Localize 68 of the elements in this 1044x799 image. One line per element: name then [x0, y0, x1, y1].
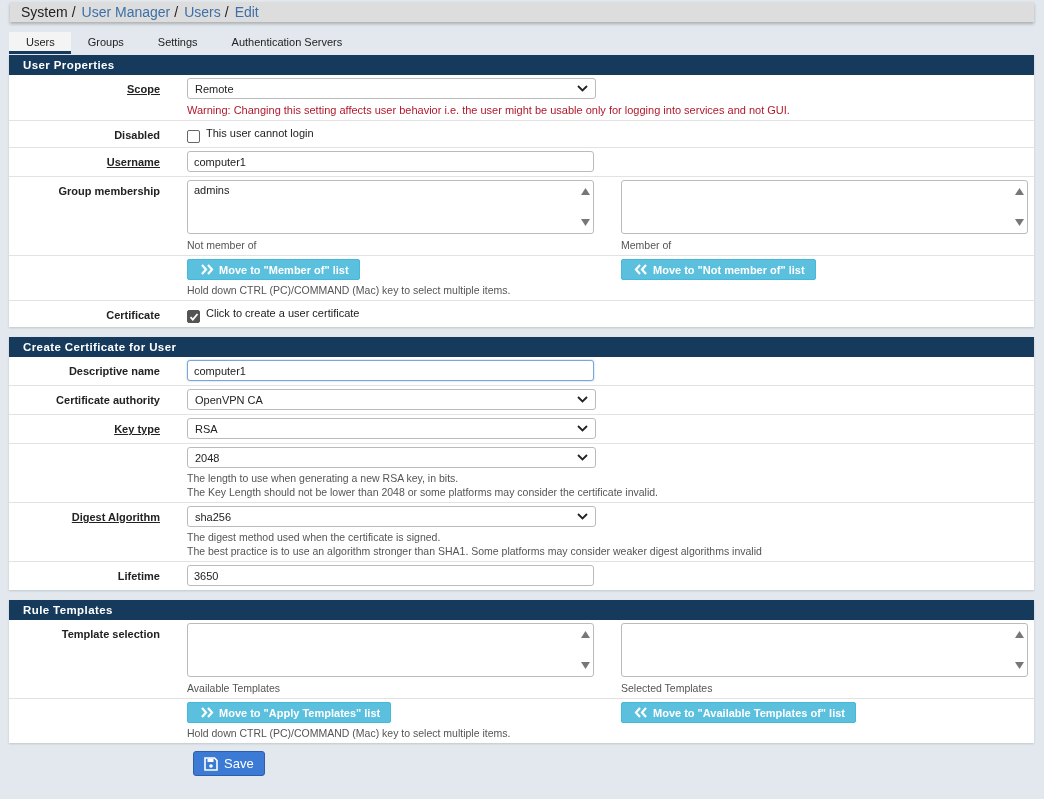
scroll-down-icon[interactable] — [581, 662, 590, 669]
dropdown[interactable]: sha256 — [187, 506, 596, 527]
checkbox[interactable] — [187, 130, 200, 143]
tab[interactable]: Settings — [140, 32, 215, 54]
field-label: Scope — [127, 83, 160, 95]
help-text: Hold down CTRL (PC)/COMMAND (Mac) key to select multiple items. — [187, 284, 512, 296]
list-box[interactable]: admins — [187, 180, 594, 234]
scroll-down-icon[interactable] — [1015, 219, 1024, 226]
save-button[interactable]: Save — [193, 751, 265, 776]
help-text: The length to use when generating a new RSA key, in bits. — [187, 472, 460, 484]
tab[interactable]: Users — [9, 32, 71, 54]
text-field[interactable]: computer1 — [187, 151, 594, 172]
scroll-up-icon[interactable] — [581, 631, 590, 638]
list-caption: Member of — [621, 239, 673, 251]
scroll-up-icon[interactable] — [1015, 188, 1024, 195]
chevron-down-icon — [577, 513, 588, 520]
scroll-up-icon[interactable] — [1015, 631, 1024, 638]
tab[interactable]: Groups — [70, 32, 141, 54]
checkbox[interactable] — [187, 310, 200, 323]
text-field[interactable]: 3650 — [187, 565, 594, 586]
dropdown[interactable]: 2048 — [187, 447, 596, 468]
chevron-down-icon — [577, 425, 588, 432]
double-chevron-right-icon — [200, 707, 214, 718]
field-label: Lifetime — [117, 570, 160, 582]
field-label: Descriptive name — [68, 365, 160, 377]
breadcrumb-separator: / — [174, 4, 179, 20]
checkbox-label: Click to create a user certificate — [206, 307, 360, 319]
scroll-up-icon[interactable] — [581, 188, 590, 195]
double-chevron-right-icon — [200, 264, 214, 275]
section-heading: User Properties — [9, 55, 1034, 75]
double-chevron-left-icon — [634, 264, 648, 275]
help-text: The digest method used when the certificate is signed. — [187, 531, 442, 543]
text-field[interactable]: computer1 — [187, 360, 594, 381]
field-label: Username — [106, 156, 160, 168]
dropdown[interactable]: Remote — [187, 78, 596, 99]
help-text: Hold down CTRL (PC)/COMMAND (Mac) key to select multiple items. — [187, 727, 512, 739]
scroll-down-icon[interactable] — [581, 219, 590, 226]
double-chevron-left-icon — [634, 707, 648, 718]
list-caption: Not member of — [187, 239, 258, 251]
field-label: Certificate authority — [56, 394, 160, 406]
chevron-down-icon — [577, 454, 588, 461]
breadcrumb-separator: / — [71, 4, 76, 20]
field-label: Disabled — [114, 129, 160, 141]
field-label: Template selection — [61, 628, 160, 640]
dropdown[interactable]: RSA — [187, 418, 596, 439]
breadcrumb-separator: / — [224, 4, 229, 20]
section-heading: Rule Templates — [9, 600, 1034, 620]
list-caption: Available Templates — [187, 682, 281, 694]
scroll-down-icon[interactable] — [1015, 662, 1024, 669]
list-caption: Selected Templates — [621, 682, 714, 694]
list-item[interactable]: admins — [194, 184, 230, 196]
field-label: Certificate — [106, 309, 160, 321]
breadcrumb-item: System — [21, 4, 68, 20]
chevron-down-icon — [577, 85, 588, 92]
section-heading: Create Certificate for User — [9, 337, 1034, 357]
field-label: Group membership — [58, 185, 160, 197]
field-label: Digest Algorithm — [71, 511, 160, 523]
breadcrumb-link[interactable]: Users — [184, 4, 221, 20]
help-text: The best practice is to use an algorithm stronger than SHA1. Some platforms may consider weaker digest algorithms invalid — [187, 545, 763, 557]
chevron-down-icon — [577, 396, 588, 403]
checkbox-label: This user cannot login — [206, 127, 314, 139]
breadcrumb-link[interactable]: User Manager — [81, 4, 171, 20]
breadcrumb-link[interactable]: Edit — [234, 4, 259, 20]
field-label: Key type — [114, 423, 160, 435]
help-text: The Key Length should not be lower than 2048 or some platforms may consider the certificate invalid. — [187, 486, 659, 498]
dropdown[interactable]: OpenVPN CA — [187, 389, 596, 410]
warning-text: Warning: Changing this setting affects user behavior i.e. the user might be usable only for logging into services and not GUI. — [187, 104, 791, 116]
tab[interactable]: Authentication Servers — [214, 32, 360, 54]
